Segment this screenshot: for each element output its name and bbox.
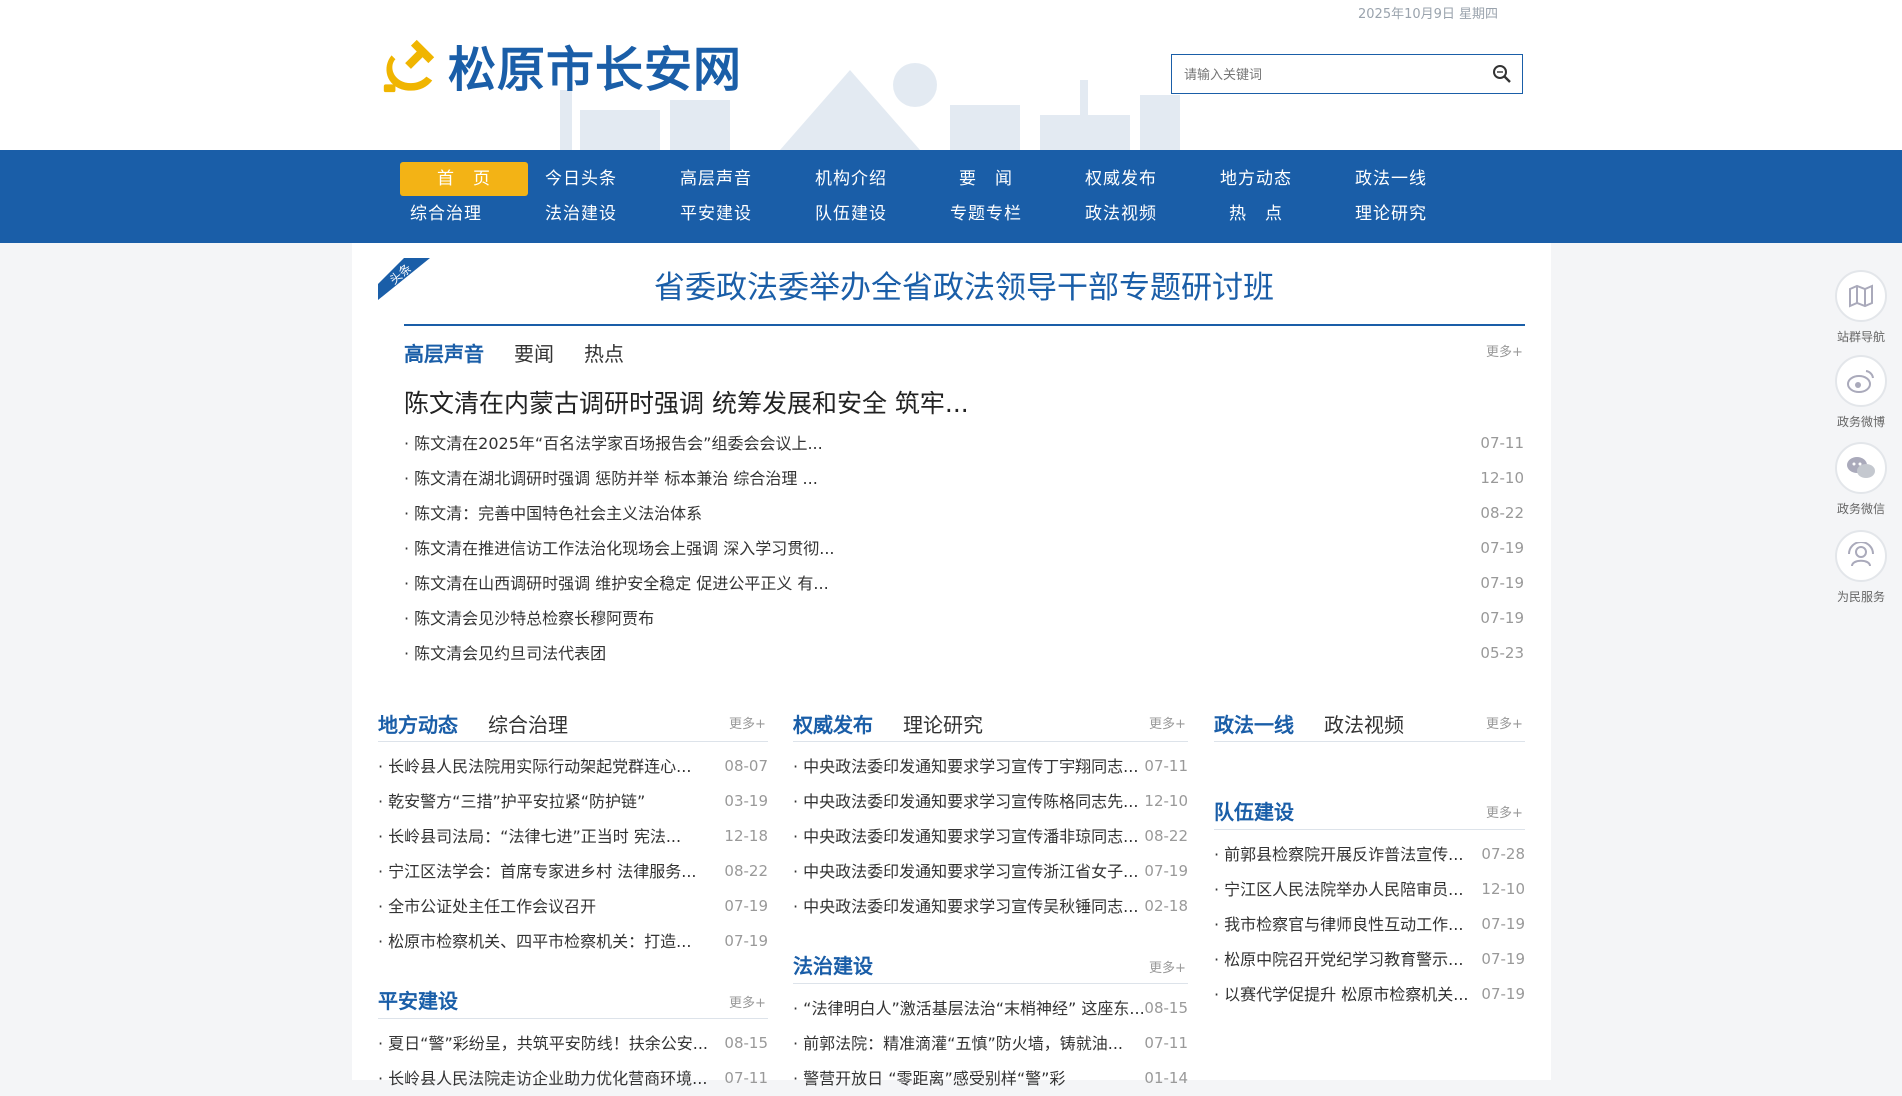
col2-more-link[interactable]: 更多+: [1149, 713, 1186, 732]
list-item[interactable]: · 宁江区法学会：首席专家进乡村 法律服务... 08-22: [378, 854, 768, 889]
nav-item-news[interactable]: 要 闻: [922, 162, 1050, 196]
col2-section2-divider: [793, 983, 1188, 984]
headline-title[interactable]: 省委政法委举办全省政法领导干部专题研讨班: [404, 262, 1524, 307]
list-item[interactable]: · 长岭县人民法院用实际行动架起党群连心... 08-07: [378, 749, 768, 784]
col1-section2-more-link[interactable]: 更多+: [729, 992, 766, 1011]
col1-divider: [378, 741, 768, 742]
nav-item-theory[interactable]: 理论研究: [1327, 197, 1455, 231]
list-item[interactable]: · “法律明白人”激活基层法治“末梢神经” 这座东... 08-15: [793, 991, 1188, 1026]
col3-divider: [1214, 741, 1525, 742]
search-box: [1171, 54, 1523, 95]
list-item[interactable]: · 陈文清会见沙特总检察长穆阿贾布 07-19: [404, 601, 1524, 636]
current-date: 2025年10月9日 星期四: [1358, 7, 1499, 22]
list-item[interactable]: · 乾安警方“三措”护平安拉紧“防护链” 03-19: [378, 784, 768, 819]
list-item[interactable]: · 中央政法委印发通知要求学习宣传吴秋锤同志... 02-18: [793, 889, 1188, 924]
map-icon: [1835, 270, 1887, 322]
list-item[interactable]: · 长岭县司法局：“法律七进”正当时 宪法... 12-18: [378, 819, 768, 854]
col3-more-link[interactable]: 更多+: [1486, 713, 1523, 732]
side-label: 为民服务: [1836, 590, 1885, 604]
lead-article[interactable]: 陈文清在内蒙古调研时强调 统筹发展和安全 筑牢...: [404, 384, 969, 420]
list-item[interactable]: · 陈文清会见约旦司法代表团 05-23: [404, 636, 1524, 671]
col1-more-link[interactable]: 更多+: [729, 713, 766, 732]
col1-section2-divider: [378, 1018, 768, 1019]
tab-hot[interactable]: 热点: [584, 338, 624, 367]
site-header: 2025年10月9日 星期四 松原市长安网: [0, 0, 1902, 150]
search-icon[interactable]: [1492, 64, 1512, 84]
list-item[interactable]: · 以赛代学促提升 松原市检察机关... 07-19: [1214, 977, 1525, 1012]
site-logo[interactable]: 松原市长安网: [378, 30, 742, 100]
nav-item-leaders[interactable]: 高层声音: [652, 162, 780, 196]
top-news-more-link[interactable]: 更多+: [1486, 341, 1523, 360]
list-item[interactable]: · 陈文清在山西调研时强调 维护安全稳定 促进公平正义 有... 07-19: [404, 566, 1524, 601]
nav-item-home[interactable]: 首 页: [400, 162, 528, 196]
nav-item-hot[interactable]: 热 点: [1192, 197, 1320, 231]
tab-news[interactable]: 要闻: [514, 338, 554, 367]
side-wechat[interactable]: 政务微信: [1833, 442, 1889, 517]
nav-item-local[interactable]: 地方动态: [1192, 162, 1320, 196]
col3-section2-divider: [1214, 829, 1525, 830]
tab-video[interactable]: 政法视频: [1324, 709, 1404, 738]
tab-authority[interactable]: 权威发布: [793, 709, 873, 738]
nav-item-rule-of-law[interactable]: 法治建设: [517, 197, 645, 231]
weibo-icon: [1835, 355, 1887, 407]
nav-item-governance[interactable]: 综合治理: [382, 197, 510, 231]
side-label: 站群导航: [1836, 330, 1885, 344]
list-item[interactable]: · 中央政法委印发通知要求学习宣传潘非琼同志... 08-22: [793, 819, 1188, 854]
list-item[interactable]: · 松原中院召开党纪学习教育警示... 07-19: [1214, 942, 1525, 977]
nav-item-frontline[interactable]: 政法一线: [1327, 162, 1455, 196]
nav-item-today[interactable]: 今日头条: [517, 162, 645, 196]
list-item[interactable]: · 全市公证处主任工作会议召开 07-19: [378, 889, 768, 924]
list-item[interactable]: · 前郭县检察院开展反诈普法宣传... 07-28: [1214, 837, 1525, 872]
site-name: 松原市长安网: [448, 42, 743, 98]
search-input[interactable]: [1172, 55, 1486, 95]
list-item[interactable]: · 警营开放日 “零距离”感受别样“警”彩 01-14: [793, 1061, 1188, 1096]
side-label: 政务微信: [1836, 502, 1885, 516]
section-title-team[interactable]: 队伍建设: [1214, 796, 1294, 825]
col3-section2-more-link[interactable]: 更多+: [1486, 802, 1523, 821]
main-nav: 首 页 今日头条 高层声音 机构介绍 要 闻 权威发布 地方动态 政法一线 综合…: [0, 150, 1902, 243]
col2-divider: [793, 741, 1188, 742]
side-label: 政务微博: [1836, 415, 1885, 429]
list-item[interactable]: · 中央政法委印发通知要求学习宣传陈格同志先... 12-10: [793, 784, 1188, 819]
wechat-icon: [1835, 442, 1887, 494]
tab-leaders[interactable]: 高层声音: [404, 338, 484, 367]
list-item[interactable]: · 长岭县人民法院走访企业助力优化营商环境... 07-11: [378, 1061, 768, 1096]
list-item[interactable]: · 陈文清：完善中国特色社会主义法治体系 08-22: [404, 496, 1524, 531]
list-item[interactable]: · 我市检察官与律师良性互动工作... 07-19: [1214, 907, 1525, 942]
service-icon: [1835, 530, 1887, 582]
list-item[interactable]: · 前郭法院：精准滴灌“五慎”防火墙，铸就油... 07-11: [793, 1026, 1188, 1061]
side-weibo[interactable]: 政务微博: [1833, 355, 1889, 430]
list-item[interactable]: · 宁江区人民法院举办人民陪审员... 12-10: [1214, 872, 1525, 907]
tab-frontline[interactable]: 政法一线: [1214, 709, 1294, 738]
nav-item-safety[interactable]: 平安建设: [652, 197, 780, 231]
nav-item-team[interactable]: 队伍建设: [787, 197, 915, 231]
tab-governance[interactable]: 综合治理: [488, 709, 568, 738]
side-service[interactable]: 为民服务: [1833, 530, 1889, 605]
list-item[interactable]: · 陈文清在推进信访工作法治化现场会上强调 深入学习贯彻... 07-19: [404, 531, 1524, 566]
headline-divider: [404, 324, 1525, 326]
list-item[interactable]: · 中央政法委印发通知要求学习宣传丁宇翔同志... 07-11: [793, 749, 1188, 784]
list-item[interactable]: · 陈文清在2025年“百名法学家百场报告会”组委会会议上... 07-11: [404, 426, 1524, 461]
list-item[interactable]: · 中央政法委印发通知要求学习宣传浙江省女子... 07-19: [793, 854, 1188, 889]
nav-item-video[interactable]: 政法视频: [1057, 197, 1185, 231]
section-title-rule-of-law[interactable]: 法治建设: [793, 950, 873, 979]
nav-item-authority[interactable]: 权威发布: [1057, 162, 1185, 196]
list-item[interactable]: · 松原市检察机关、四平市检察机关：打造... 07-19: [378, 924, 768, 959]
tab-local[interactable]: 地方动态: [378, 709, 458, 738]
nav-item-topics[interactable]: 专题专栏: [922, 197, 1050, 231]
list-item[interactable]: · 夏日“警”彩纷呈，共筑平安防线！扶余公安... 08-15: [378, 1026, 768, 1061]
col2-section2-more-link[interactable]: 更多+: [1149, 957, 1186, 976]
tab-theory[interactable]: 理论研究: [903, 709, 983, 738]
party-emblem-icon: [383, 39, 435, 93]
section-title-safety[interactable]: 平安建设: [378, 985, 458, 1014]
list-item[interactable]: · 陈文清在湖北调研时强调 惩防并举 标本兼治 综合治理 ... 12-10: [404, 461, 1524, 496]
side-site-nav[interactable]: 站群导航: [1833, 270, 1889, 345]
nav-item-institutions[interactable]: 机构介绍: [787, 162, 915, 196]
